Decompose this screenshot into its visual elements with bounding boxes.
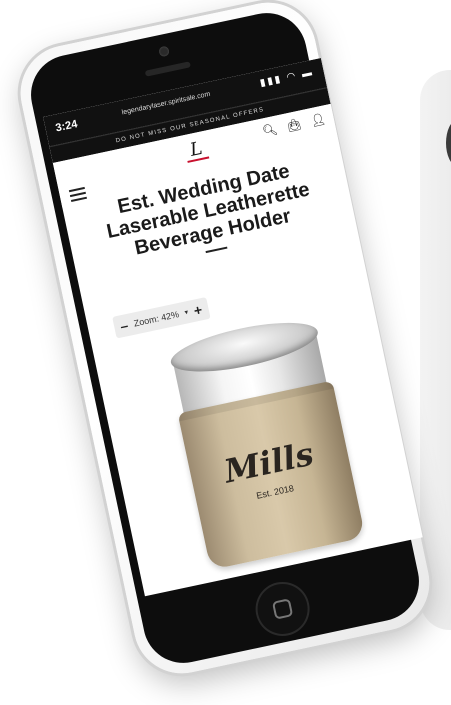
background-object [420, 70, 451, 630]
zoom-in-button[interactable]: + [192, 301, 203, 318]
scene: 3:24 legendarylaser.spiritsale.com ▮▮▮ ◠… [0, 0, 451, 705]
beverage-holder: Mills Est. 2018 [177, 380, 366, 570]
title-divider [205, 246, 228, 254]
search-icon[interactable]: 🔍︎ [261, 122, 279, 139]
background-arc [446, 120, 451, 166]
account-icon[interactable]: 👤︎ [309, 111, 327, 128]
status-icons: ▮▮▮ ◠ ▬ [258, 66, 315, 90]
cart-icon[interactable]: 👜︎ [285, 117, 303, 134]
zoom-out-button[interactable]: – [119, 317, 130, 334]
site-logo[interactable]: L [181, 136, 211, 165]
zoom-level[interactable]: Zoom: 42% [133, 309, 180, 328]
chevron-down-icon[interactable]: ▾ [184, 308, 189, 317]
menu-icon[interactable] [68, 186, 88, 202]
logo-letter: L [188, 137, 205, 161]
phone: 3:24 legendarylaser.spiritsale.com ▮▮▮ ◠… [11, 0, 439, 683]
phone-screen: 3:24 legendarylaser.spiritsale.com ▮▮▮ ◠… [43, 57, 423, 597]
product-image[interactable]: Mills Est. 2018 [157, 311, 371, 571]
status-time: 3:24 [54, 118, 79, 135]
zoom-control: – Zoom: 42% ▾ + [112, 297, 211, 339]
